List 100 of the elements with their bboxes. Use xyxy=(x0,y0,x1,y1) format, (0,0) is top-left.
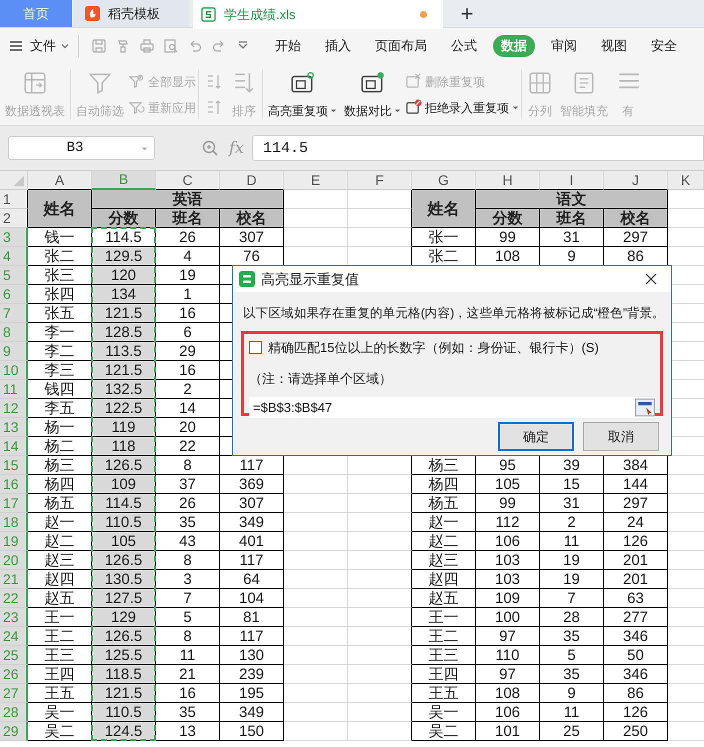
ribbon-tab[interactable]: 安全 xyxy=(643,35,685,57)
column-header[interactable]: A xyxy=(28,171,92,190)
new-tab-button[interactable]: + xyxy=(447,0,487,27)
column-header[interactable]: G xyxy=(412,171,476,190)
dialog-button[interactable]: 确定 xyxy=(498,422,574,451)
formula-field[interactable]: 114.5 xyxy=(252,135,704,161)
table-cell: 王三 xyxy=(28,646,92,665)
column-header[interactable]: E xyxy=(284,171,348,190)
table-header-cell: 校名 xyxy=(604,209,668,228)
column-header[interactable]: I xyxy=(540,171,604,190)
tab[interactable]: 稻壳模板 xyxy=(73,0,189,27)
checkbox[interactable] xyxy=(249,341,262,354)
caret-icon xyxy=(60,41,70,51)
column-header[interactable]: J xyxy=(604,171,668,190)
ribbon-tab[interactable]: 数据 xyxy=(493,35,535,57)
table-cell: 86 xyxy=(604,684,668,703)
function-label[interactable]: fx xyxy=(229,136,244,160)
table-cell: 杨一 xyxy=(28,418,92,437)
empty-cell xyxy=(284,608,348,627)
column-header[interactable]: K xyxy=(668,171,704,190)
table-cell: 401 xyxy=(220,532,284,551)
row-header[interactable]: 25 xyxy=(0,646,28,665)
tab[interactable]: 学生成绩.xls xyxy=(193,0,443,29)
row-header[interactable]: 18 xyxy=(0,513,28,532)
row-header[interactable]: 22 xyxy=(0,589,28,608)
row-header[interactable]: 6 xyxy=(0,285,28,304)
row-header[interactable]: 15 xyxy=(0,456,28,475)
row-header[interactable]: 10 xyxy=(0,361,28,380)
column-header[interactable]: F xyxy=(348,171,412,190)
row-header[interactable]: 1 xyxy=(0,190,28,209)
dialog-button[interactable]: 取消 xyxy=(583,422,659,451)
ribbon-tab[interactable]: 审阅 xyxy=(543,35,585,57)
column-header[interactable]: H xyxy=(476,171,540,190)
empty-cell xyxy=(284,551,348,570)
empty-cell xyxy=(348,589,412,608)
select-all-icon[interactable] xyxy=(0,171,28,190)
table-cell: 126.5 xyxy=(92,627,156,646)
flame-icon xyxy=(85,6,100,21)
empty-cell xyxy=(284,684,348,703)
range-field[interactable]: =$B$3:$B$47 xyxy=(249,396,635,418)
table-cell: 钱四 xyxy=(28,380,92,399)
row-header[interactable]: 9 xyxy=(0,342,28,361)
home-tab[interactable]: 首页 xyxy=(0,0,72,27)
row-header[interactable]: 11 xyxy=(0,380,28,399)
table-cell: 8 xyxy=(156,456,220,475)
row-header[interactable]: 2 xyxy=(0,209,28,228)
ribbon-tab[interactable]: 页面布局 xyxy=(367,35,435,57)
ribbon-button[interactable]: 拒绝录入重复项 xyxy=(405,98,519,116)
ribbon-tab[interactable]: 开始 xyxy=(267,35,309,57)
print-preview-icon[interactable] xyxy=(163,38,179,54)
ribbon-button[interactable]: 高亮重复项 xyxy=(265,64,340,125)
row-header[interactable]: 8 xyxy=(0,323,28,342)
row-header[interactable]: 19 xyxy=(0,532,28,551)
table-cell: 307 xyxy=(220,494,284,513)
table-cell: 31 xyxy=(540,494,604,513)
close-icon[interactable] xyxy=(645,273,657,285)
empty-cell xyxy=(284,475,348,494)
ribbon-tab[interactable]: 公式 xyxy=(443,35,485,57)
ribbon-button[interactable]: 数据对比 xyxy=(341,64,404,125)
table-cell: 103 xyxy=(476,570,540,589)
row-header[interactable]: 17 xyxy=(0,494,28,513)
save-icon[interactable] xyxy=(91,38,107,54)
row-header[interactable]: 14 xyxy=(0,437,28,456)
table-cell: 张五 xyxy=(28,304,92,323)
column-header[interactable]: B xyxy=(92,171,156,190)
column-header[interactable]: C xyxy=(156,171,220,190)
table-cell: 346 xyxy=(604,627,668,646)
table-cell: 105 xyxy=(92,532,156,551)
table-cell: 104 xyxy=(220,589,284,608)
row-header[interactable]: 12 xyxy=(0,399,28,418)
row-header[interactable]: 21 xyxy=(0,570,28,589)
row-header[interactable]: 7 xyxy=(0,304,28,323)
table-cell: 吴一 xyxy=(412,703,476,722)
print-icon[interactable] xyxy=(139,38,155,54)
highlight-icon xyxy=(290,70,316,96)
range-picker-icon[interactable] xyxy=(635,396,655,418)
table-cell: 16 xyxy=(156,684,220,703)
row-header[interactable]: 27 xyxy=(0,684,28,703)
table-cell: 118 xyxy=(92,437,156,456)
ribbon-tab[interactable]: 视图 xyxy=(593,35,635,57)
zoom-icon[interactable] xyxy=(201,139,219,157)
row-header[interactable]: 4 xyxy=(0,247,28,266)
row-header[interactable]: 5 xyxy=(0,266,28,285)
row-header[interactable]: 26 xyxy=(0,665,28,684)
row-header[interactable]: 13 xyxy=(0,418,28,437)
file-menu[interactable]: 文件 xyxy=(30,36,70,56)
row-header[interactable]: 16 xyxy=(0,475,28,494)
ribbon-tab[interactable]: 插入 xyxy=(317,35,359,57)
table-cell: 97 xyxy=(476,665,540,684)
row-header[interactable]: 29 xyxy=(0,722,28,741)
row-header[interactable]: 23 xyxy=(0,608,28,627)
name-box[interactable]: B3 xyxy=(8,136,155,160)
row-header[interactable]: 3 xyxy=(0,228,28,247)
column-header[interactable]: D xyxy=(220,171,284,190)
table-cell: 7 xyxy=(156,589,220,608)
row-header[interactable]: 20 xyxy=(0,551,28,570)
row-header[interactable]: 24 xyxy=(0,627,28,646)
table-cell: 赵一 xyxy=(412,513,476,532)
table-cell: 14 xyxy=(156,399,220,418)
row-header[interactable]: 28 xyxy=(0,703,28,722)
